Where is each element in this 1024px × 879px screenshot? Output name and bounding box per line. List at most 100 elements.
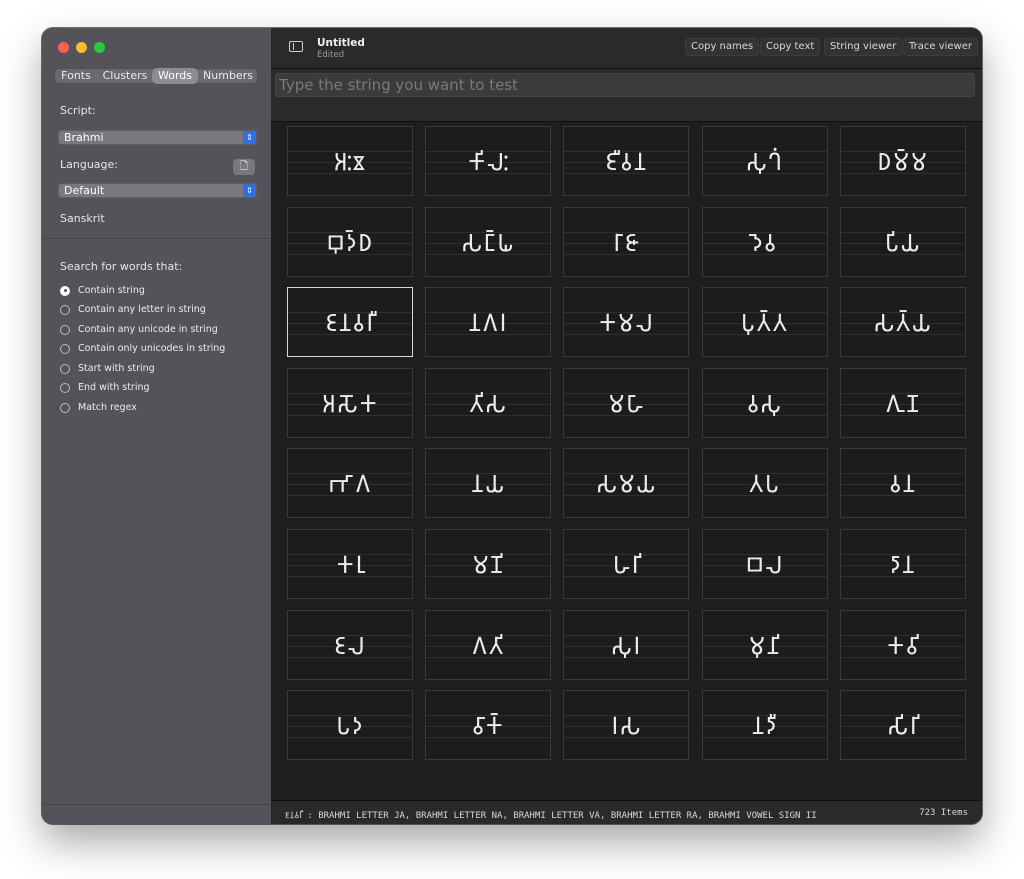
radio-button-selected[interactable] <box>60 285 70 296</box>
tab-words[interactable]: Words <box>152 68 198 84</box>
word-grid: 𑀅𑀂𑀃 𑀓𑀺𑀮𑀂 𑀚𑀻𑀯𑀦 𑀲𑀼𑀔𑀁 𑀥𑀫𑁆𑀫 𑀩𑀼𑀤𑁆𑀥 𑀲𑀗𑁆𑀖 𑀭𑀸𑀚𑀸 𑀤𑁂𑀯 𑀧𑀺𑀬 𑀚𑀦… <box>271 122 982 800</box>
word-cell[interactable]: 𑀥𑀫𑁆𑀫 <box>839 126 966 196</box>
word-cell[interactable]: 𑀤𑁂𑀯 <box>701 206 828 277</box>
radio-contain-string[interactable]: Contain string <box>60 285 145 296</box>
word-glyph: 𑀦𑀤𑀻 <box>751 712 778 741</box>
language-name: Sanskrit <box>60 212 105 225</box>
close-window-button[interactable] <box>58 42 69 53</box>
tab-fonts[interactable]: Fonts <box>54 68 98 84</box>
copy-names-button[interactable]: Copy names <box>685 38 760 56</box>
tab-clusters[interactable]: Clusters <box>98 68 152 84</box>
sidebar-toggle-icon[interactable] <box>289 41 303 52</box>
word-glyph: 𑀭𑀸𑀚𑀸 <box>612 228 640 257</box>
script-popup[interactable]: Brahmi ⇕ <box>58 130 257 145</box>
word-cell[interactable]: 𑀧𑀤 <box>287 690 413 761</box>
radio-button[interactable] <box>60 382 70 393</box>
window-controls <box>58 42 105 53</box>
radio-label: Contain only unicodes in string <box>78 343 226 354</box>
word-cell[interactable]: 𑀭𑀸𑀚𑀸 <box>563 206 690 277</box>
word-cell[interactable]: 𑀤𑀸𑀦 <box>839 529 966 599</box>
word-cell[interactable]: 𑀅𑀂𑀃 <box>287 126 413 196</box>
string-viewer-button[interactable]: String viewer <box>824 38 903 56</box>
word-cell[interactable]: 𑀢𑀺𑀲 <box>425 367 552 438</box>
word-cell[interactable]: 𑀓𑀭𑀼 <box>287 529 413 599</box>
word-cell[interactable]: 𑀧𑀺𑀬 <box>839 206 966 277</box>
word-cell[interactable]: 𑀫𑀳𑀸 <box>563 367 690 438</box>
word-glyph: 𑀯𑀸𑀓𑁆 <box>472 712 505 741</box>
radio-contain-only-unicodes[interactable]: Contain only unicodes in string <box>60 343 225 354</box>
status-description: 𑀚𑀦𑀯𑀭𑀻 : BRAHMI LETTER JA, BRAHMI LETTER … <box>285 811 817 821</box>
word-cell[interactable]: 𑀯𑀸𑀓𑁆 <box>425 690 552 761</box>
word-glyph: 𑀅𑀂𑀃 <box>333 148 367 176</box>
word-cell[interactable]: 𑀯𑀲𑀼 <box>701 367 828 438</box>
word-cell[interactable]: 𑀅𑀲𑁄𑀓 <box>287 367 413 438</box>
word-cell[interactable]: 𑀕𑀢𑀺 <box>425 609 552 680</box>
tab-numbers[interactable]: Numbers <box>198 68 258 84</box>
radio-button[interactable] <box>60 324 70 335</box>
radio-start-with[interactable]: Start with string <box>60 363 155 374</box>
minimize-window-button[interactable] <box>76 42 87 53</box>
word-cell[interactable]: 𑀫𑀼𑀦𑀺 <box>701 609 828 680</box>
word-glyph: 𑀫𑀡𑀺 <box>472 551 505 579</box>
word-glyph: 𑀫𑀼𑀦𑀺 <box>748 631 781 660</box>
word-cell[interactable]: 𑀲𑀼𑀔𑀁 <box>701 126 828 196</box>
word-cell[interactable]: 𑀩𑀼𑀤𑁆𑀥 <box>287 206 413 277</box>
word-cell[interactable]: 𑀳𑀭𑀺 <box>563 529 690 599</box>
radio-button[interactable] <box>60 304 70 315</box>
language-popup[interactable]: Default ⇕ <box>58 183 257 198</box>
word-cell[interactable]: 𑀦𑀕𑀭 <box>425 287 552 358</box>
radio-button[interactable] <box>60 343 70 354</box>
language-file-button[interactable]: 🗋 <box>233 159 255 175</box>
word-glyph: 𑀓𑀺𑀮𑀂 <box>467 148 509 176</box>
radio-label: Contain string <box>78 285 145 296</box>
word-cell[interactable]: 𑀭𑀲 <box>563 690 690 761</box>
word-cell[interactable]: 𑀓𑀺𑀮𑀂 <box>425 126 552 196</box>
test-string-input[interactable] <box>275 73 975 97</box>
word-cell[interactable]: 𑀪𑀸𑀕 <box>287 448 413 519</box>
sidebar-divider <box>42 238 271 239</box>
word-glyph: 𑀩𑀮 <box>745 551 784 579</box>
radio-contain-any-letter[interactable]: Contain any letter in string <box>60 304 206 315</box>
word-cell[interactable]: 𑀲𑀢𑁆𑀬 <box>839 287 966 358</box>
radio-label: Contain any letter in string <box>78 304 206 315</box>
word-cell[interactable]: 𑀧𑀼𑀢𑁆𑀢 <box>701 287 828 358</box>
word-cell[interactable]: 𑀚𑀻𑀯𑀦 <box>563 126 690 196</box>
word-glyph: 𑀯𑀦 <box>889 470 917 499</box>
word-glyph: 𑀓𑀭𑀼 <box>336 551 364 579</box>
word-glyph: 𑀕𑀢𑀺 <box>471 631 505 660</box>
word-cell[interactable]: 𑀢𑀧 <box>701 448 828 519</box>
word-cell[interactable]: 𑀓𑀯𑀺 <box>839 609 966 680</box>
input-area <box>271 69 982 122</box>
word-glyph: 𑀧𑀺𑀬 <box>884 228 921 257</box>
radio-button[interactable] <box>60 363 70 374</box>
radio-button[interactable] <box>60 402 70 413</box>
word-cell[interactable]: 𑀲𑀼𑀭 <box>563 609 690 680</box>
word-glyph: 𑀫𑀳𑀸 <box>608 389 645 418</box>
word-cell[interactable]: 𑀫𑀡𑀺 <box>425 529 552 599</box>
word-cell[interactable]: 𑀲𑀗𑁆𑀖 <box>425 206 552 277</box>
radio-label: Match regex <box>78 402 137 413</box>
copy-text-button[interactable]: Copy text <box>760 38 821 56</box>
word-cell[interactable]: 𑀲𑀫𑀬 <box>563 448 690 519</box>
zoom-window-button[interactable] <box>94 42 105 53</box>
radio-contain-any-unicode[interactable]: Contain any unicode in string <box>60 324 218 335</box>
word-glyph: 𑀚𑀮 <box>334 631 366 660</box>
word-cell[interactable]: 𑀕𑀼𑀡 <box>839 367 966 438</box>
word-glyph: 𑀢𑀧 <box>748 470 781 499</box>
trace-viewer-button[interactable]: Trace viewer <box>903 38 978 56</box>
word-cell[interactable]: 𑀚𑀦𑀯𑀭𑀻 <box>287 287 413 358</box>
word-glyph: 𑀲𑀼𑀔𑀁 <box>745 148 784 176</box>
word-cell[interactable]: 𑀦𑀬 <box>425 448 552 519</box>
word-cell[interactable]: 𑀦𑀤𑀻 <box>701 690 828 761</box>
word-cell[interactable]: 𑀲𑀺𑀭𑀺 <box>839 690 966 761</box>
word-glyph: 𑀳𑀭𑀺 <box>612 551 641 579</box>
chevron-updown-icon: ⇕ <box>243 184 256 197</box>
word-cell[interactable]: 𑀩𑀮 <box>701 529 828 599</box>
word-cell[interactable]: 𑀚𑀮 <box>287 609 413 680</box>
status-bar: 𑀚𑀦𑀯𑀭𑀻 : BRAHMI LETTER JA, BRAHMI LETTER … <box>271 800 982 824</box>
word-cell[interactable]: 𑀯𑀦 <box>839 448 966 519</box>
language-label: Language: <box>60 158 118 171</box>
radio-end-with[interactable]: End with string <box>60 382 150 393</box>
word-cell[interactable]: 𑀓𑀫𑀮 <box>563 287 690 358</box>
radio-match-regex[interactable]: Match regex <box>60 402 137 413</box>
